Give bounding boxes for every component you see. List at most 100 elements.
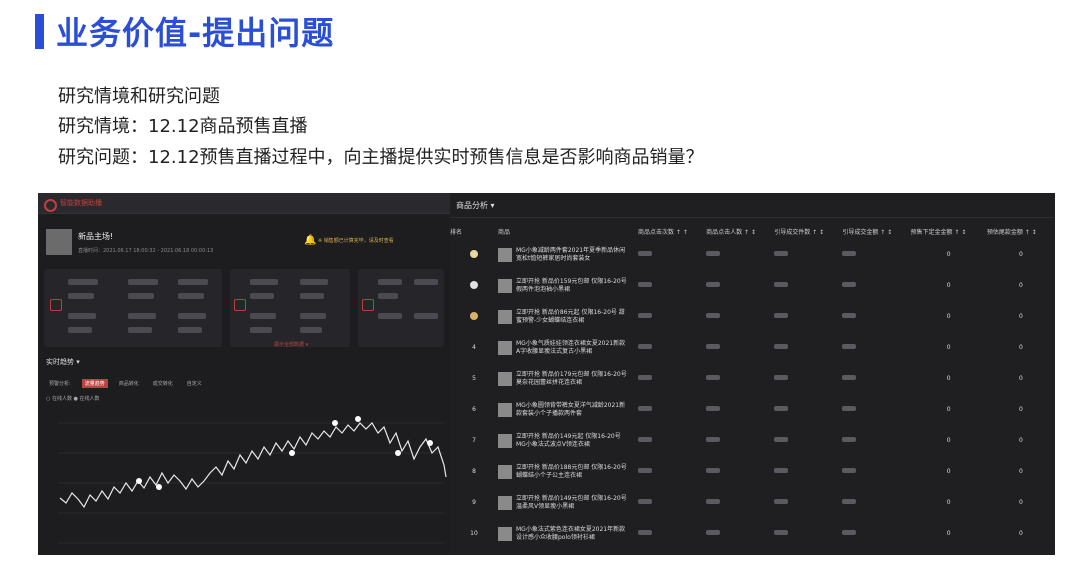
product-cell[interactable]: MG小象圆领背带裤女夏洋气减龄2021新款套装小个子播款两件套 [498,394,638,425]
col-deal-count[interactable]: 引导成交件数 ↑ ↕ [774,223,842,239]
metric-blur [178,293,204,299]
rank-cell: 7 [450,425,498,456]
blurred-value [706,251,721,256]
blurred-value [842,282,857,287]
blurred-value [706,499,721,504]
blurred-value [638,530,652,535]
product-cell[interactable]: 立即开抢 新品价86元起 仅限16-20号 甜蜜预警-少女蝴蝶结连衣裙 [498,301,638,332]
click-users-cell [706,394,774,425]
rank-cell: 8 [450,456,498,487]
tab-traffic[interactable]: 流量趋势 [81,379,108,388]
col-balance[interactable]: 预估尾款金额 ↑ ↕ [987,223,1055,239]
deal-count-cell [774,425,842,456]
deal-amount-cell [842,518,910,549]
tab-product[interactable]: 商品转化 [116,379,142,388]
product-cell[interactable]: 立即开抢 新品价179元包邮 仅限16-20号 莫奈花园蕾丝拼花连衣裙 [498,363,638,394]
medal-icon [470,249,478,258]
col-clicks[interactable]: 商品点击次数 ↑ ↑ [638,223,706,239]
metric-panel-traffic [44,269,222,347]
metric-blur [300,327,322,333]
trend-marker [395,450,401,456]
product-thumbnail [498,278,512,293]
product-name: 立即开抢 新品价188元包邮 仅限16-20号 蝴蝶结小个子公主连衣裙 [516,463,627,479]
deposit-cell: 0 [946,406,951,413]
balance-cell: 0 [1019,375,1023,382]
intro-line-2: 研究情境：12.12商品预售直播 [58,116,308,137]
deposit-cell: 0 [946,437,951,444]
metric-blur [128,327,152,333]
table-header-row: 排名 商品 商品点击次数 ↑ ↑ 商品点击人数 ↑ ↕ 引导成交件数 ↑ ↕ 引… [450,223,1055,239]
metric-blur [250,313,276,319]
rank-number: 5 [472,375,476,382]
product-cell[interactable]: MG小象气质娃娃领连衣裙女夏2021新款A字收腰显瘦法式复古小黑裙 [498,332,638,363]
title-accent-bar [35,14,44,49]
blurred-value [842,406,857,411]
product-cell[interactable]: MG小象法式紫色连衣裙女夏2021年新款设计感小众收腰polo领衬衫裙 [498,518,638,549]
deal-amount-cell [842,239,910,270]
product-name: 立即开抢 新品价149元包邮 仅限16-20号 温柔风V领显瘦小黑裙 [516,494,627,510]
metric-blur [414,313,438,319]
show-all-link[interactable]: 展示全部数据 ▾ [274,341,308,348]
tab-deal[interactable]: 成交转化 [150,379,176,388]
blurred-value [842,530,857,535]
product-name: MG小象气质娃娃领连衣裙女夏2021新款A字收腰显瘦法式复古小黑裙 [516,339,626,355]
table-row: 立即开抢 新品价86元起 仅限16-20号 甜蜜预警-少女蝴蝶结连衣裙 0 0 [450,301,1055,332]
balance-cell: 0 [1019,530,1023,537]
deal-amount-cell [842,332,910,363]
intro-line-3: 研究问题：12.12预售直播过程中，向主播提供实时预售信息是否影响商品销量？ [58,147,704,168]
clicks-cell [638,332,706,363]
metric-blur [178,313,206,319]
metric-blur [68,293,94,299]
product-cell[interactable]: 立即开抢 新品价159元包邮 仅限16-20号 假两件泡泡袖小黑裙 [498,270,638,301]
rank-number: 6 [472,406,476,413]
rank-cell: 9 [450,487,498,518]
metric-blur [378,293,398,299]
product-thumbnail [498,247,512,262]
tab-label: 预警分析: [49,381,71,387]
deposit-cell: 0 [946,499,951,506]
deal-count-cell [774,518,842,549]
metric-blur [300,279,328,285]
clicks-cell [638,425,706,456]
balance-cell: 0 [1019,468,1023,475]
trend-legend: ○ 在线人数 ● 在线人数 [46,396,100,402]
trend-marker [156,484,162,490]
rank-number: 4 [472,344,476,351]
avatar [46,229,72,255]
product-cell[interactable]: 立即开抢 新品价188元包邮 仅限16-20号 蝴蝶结小个子公主连衣裙 [498,456,638,487]
trend-tabs: 预警分析: 流量趋势 商品转化 成交转化 自定义 [46,379,213,388]
rank-number: 10 [470,530,478,537]
product-name: MG小象圆领背带裤女夏洋气减龄2021新款套装小个子播款两件套 [516,401,626,417]
clicks-cell [638,487,706,518]
clicks-cell [638,456,706,487]
metric-blur [300,313,326,319]
col-click-users[interactable]: 商品点击人数 ↑ ↕ [706,223,774,239]
product-cell[interactable]: 立即开抢 新品价149元起 仅限16-20号 MG小象法式波点V领连衣裙 [498,425,638,456]
deal-amount-cell [842,394,910,425]
table-header-bar [450,193,1055,218]
table-title: 商品分析 ▾ [456,201,495,210]
table-row: 4 MG小象气质娃娃领连衣裙女夏2021新款A字收腰显瘦法式复古小黑裙 0 0 [450,332,1055,363]
table-row: 10 MG小象法式紫色连衣裙女夏2021年新款设计感小众收腰polo领衬衫裙 0 0 [450,518,1055,549]
metric-blur [128,279,158,285]
rank-cell: 6 [450,394,498,425]
notice-text: ※ 销售额已计算完毕，请及时查看 [318,238,394,244]
slide-title: 业务价值-提出问题 [56,14,335,52]
deal-count-cell [774,301,842,332]
click-users-cell [706,425,774,456]
click-users-cell [706,301,774,332]
deal-amount-cell [842,270,910,301]
col-deal-amount[interactable]: 引导成交金额 ↑ ↕ [842,223,910,239]
blurred-value [638,406,652,411]
intro-line-1: 研究情境和研究问题 [58,86,220,107]
product-name: MG小象减龄两件套2021年夏季新品休闲宽松t恤短裤家居时尚套装女 [516,246,626,262]
rank-number: 9 [472,499,476,506]
tab-custom[interactable]: 自定义 [184,379,205,388]
product-cell[interactable]: 立即开抢 新品价149元包邮 仅限16-20号 温柔风V领显瘦小黑裙 [498,487,638,518]
col-deposit[interactable]: 预售下定金金额 ↑ ↕ [911,223,987,239]
click-users-cell [706,456,774,487]
product-table: 排名 商品 商品点击次数 ↑ ↑ 商品点击人数 ↑ ↕ 引导成交件数 ↑ ↕ 引… [450,223,1055,549]
trend-marker [332,420,338,426]
product-cell[interactable]: MG小象减龄两件套2021年夏季新品休闲宽松t恤短裤家居时尚套装女 [498,239,638,270]
dashboard-app-name: 智能数据助播 [60,199,102,207]
